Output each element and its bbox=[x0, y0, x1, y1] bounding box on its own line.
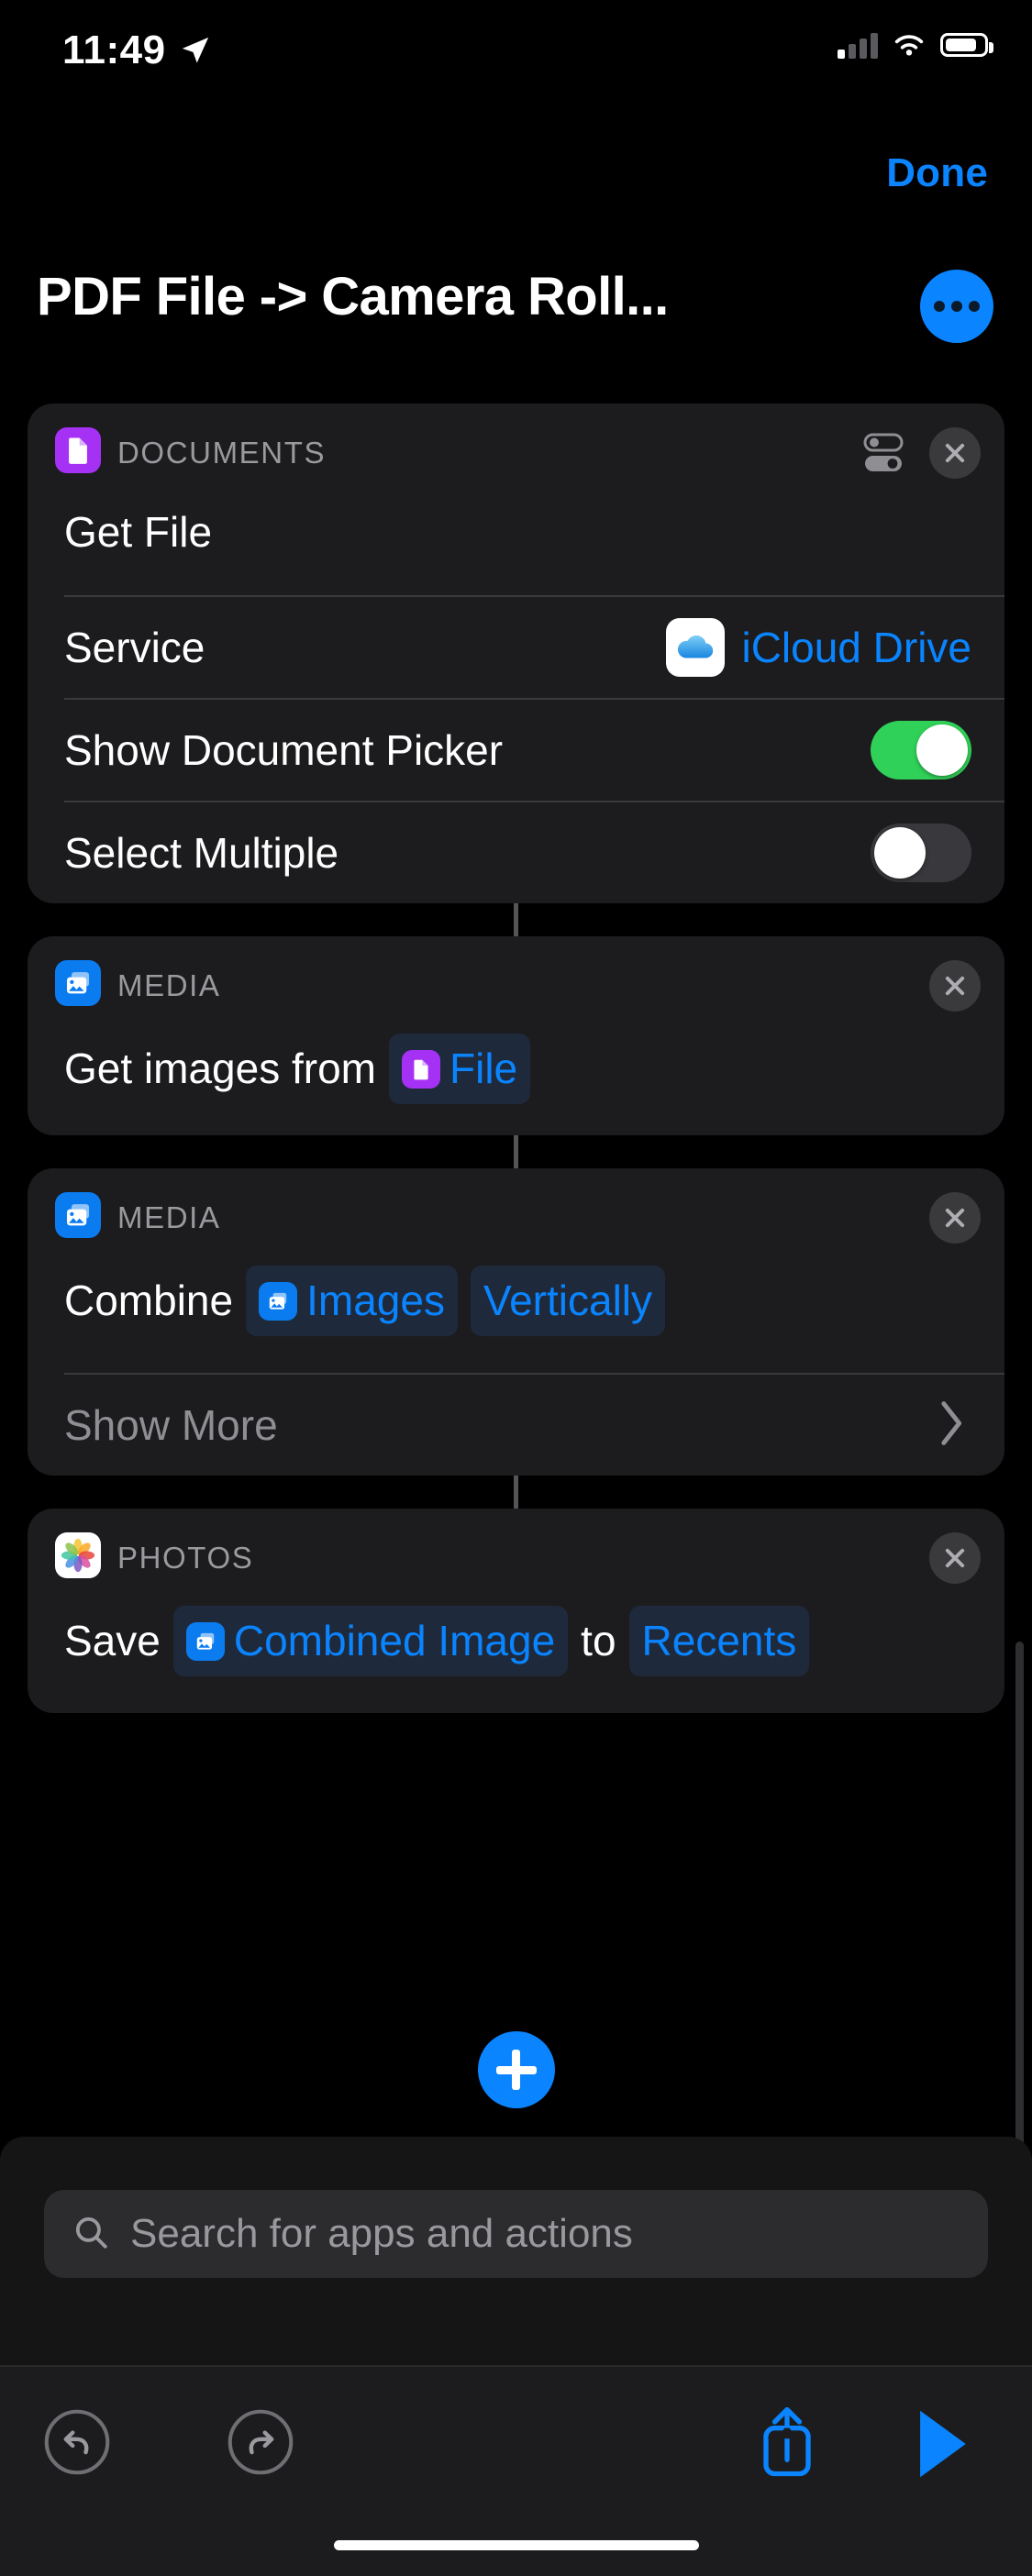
redo-icon bbox=[227, 2409, 294, 2475]
done-button[interactable]: Done bbox=[886, 150, 988, 196]
action-card-get-images-from[interactable]: MEDIA Get images from File bbox=[28, 936, 1004, 1135]
photos-stack-icon bbox=[185, 1621, 225, 1661]
action-card-header: MEDIA bbox=[28, 936, 1004, 1028]
chevron-right-icon bbox=[937, 1399, 968, 1452]
photos-stack-icon bbox=[259, 1281, 298, 1321]
action-category-label: MEDIA bbox=[117, 1200, 221, 1234]
location-arrow-icon bbox=[182, 37, 209, 63]
photos-stack-icon bbox=[55, 960, 101, 1006]
close-circle-icon[interactable] bbox=[929, 1532, 981, 1584]
param-row-service[interactable]: Service iCloud Drive bbox=[28, 597, 1004, 698]
add-action-row bbox=[0, 2031, 1032, 2108]
token-label: Combined Image bbox=[233, 1617, 556, 1664]
param-value-group bbox=[871, 721, 971, 779]
more-options-button[interactable] bbox=[920, 270, 993, 343]
show-more-row[interactable]: Show More bbox=[28, 1375, 1004, 1476]
action-card-header-controls bbox=[929, 1192, 981, 1244]
action-category-label: PHOTOS bbox=[117, 1541, 254, 1575]
param-row-select-multiple[interactable]: Select Multiple bbox=[28, 802, 1004, 903]
action-text-segment: Save bbox=[64, 1617, 161, 1664]
play-icon bbox=[920, 2410, 966, 2478]
actions-list: DOCUMENTS Get File Service iCloud Drive … bbox=[0, 404, 1032, 1713]
nav-bar: Done bbox=[0, 138, 1032, 238]
bottom-toolbar bbox=[0, 2365, 1032, 2576]
param-value-group bbox=[871, 824, 971, 882]
param-label: Show Document Picker bbox=[64, 726, 504, 774]
add-action-button[interactable] bbox=[477, 2031, 555, 2108]
search-bar[interactable]: Search for apps and actions bbox=[44, 2190, 988, 2278]
photos-stack-icon bbox=[55, 1192, 101, 1238]
close-circle-icon[interactable] bbox=[929, 1192, 981, 1244]
parameter-token-recents[interactable]: Recents bbox=[628, 1606, 810, 1676]
action-title-line: Get images from File bbox=[28, 1028, 1004, 1135]
sliders-icon[interactable] bbox=[861, 429, 909, 477]
home-indicator bbox=[333, 2540, 699, 2550]
shortcuts-editor-screen: 11:49 Done PDF File -> Camera Roll... DO… bbox=[0, 0, 1032, 2576]
redo-button[interactable] bbox=[226, 2407, 295, 2482]
close-circle-icon[interactable] bbox=[929, 960, 981, 1012]
action-title-line: Get File bbox=[28, 495, 1004, 595]
action-title-line: Combine Images Vertically bbox=[28, 1260, 1004, 1373]
action-text-segment: Get images from bbox=[64, 1045, 376, 1092]
action-card-header: MEDIA bbox=[28, 1168, 1004, 1260]
run-button[interactable] bbox=[909, 2405, 973, 2487]
share-button[interactable] bbox=[751, 2400, 823, 2489]
close-circle-icon[interactable] bbox=[929, 427, 981, 479]
variable-token-combined-image[interactable]: Combined Image bbox=[172, 1606, 569, 1676]
icloud-drive-icon bbox=[666, 618, 726, 677]
action-card-header-controls bbox=[929, 1532, 981, 1584]
param-value-group: iCloud Drive bbox=[666, 618, 971, 677]
ellipsis-icon bbox=[934, 301, 980, 312]
cellular-signal-icon bbox=[838, 31, 878, 59]
param-value: iCloud Drive bbox=[741, 624, 971, 671]
status-bar-indicators bbox=[838, 31, 993, 59]
search-icon bbox=[72, 2213, 110, 2256]
wifi-icon bbox=[894, 35, 924, 56]
undo-icon bbox=[44, 2409, 110, 2475]
action-text-segment: Combine bbox=[64, 1277, 234, 1324]
photos-app-icon bbox=[55, 1532, 101, 1578]
title-row: PDF File -> Camera Roll... bbox=[0, 266, 1032, 367]
action-card-get-file[interactable]: DOCUMENTS Get File Service iCloud Drive … bbox=[28, 404, 1004, 903]
action-connector bbox=[514, 1476, 518, 1509]
undo-button[interactable] bbox=[42, 2407, 112, 2482]
param-row-show-document-picker[interactable]: Show Document Picker bbox=[28, 700, 1004, 801]
action-card-header: PHOTOS bbox=[28, 1509, 1004, 1600]
token-label: Images bbox=[306, 1277, 445, 1324]
action-card-save-to-photo-album[interactable]: PHOTOS Save Combined Image to Recents bbox=[28, 1509, 1004, 1713]
document-icon bbox=[55, 427, 101, 473]
status-bar-time: 11:49 bbox=[62, 28, 166, 72]
action-card-header: DOCUMENTS bbox=[28, 404, 1004, 495]
action-connector bbox=[514, 1135, 518, 1168]
action-card-combine-images[interactable]: MEDIA Combine Images Vertically Show Mor… bbox=[28, 1168, 1004, 1476]
token-label: Recents bbox=[641, 1617, 797, 1664]
share-icon bbox=[763, 2406, 811, 2477]
param-label: Service bbox=[64, 624, 205, 671]
document-icon bbox=[402, 1049, 440, 1089]
action-card-header-controls bbox=[929, 960, 981, 1012]
action-text-segment: to bbox=[581, 1617, 616, 1664]
param-label: Select Multiple bbox=[64, 829, 339, 877]
battery-icon bbox=[940, 33, 993, 57]
page-title[interactable]: PDF File -> Camera Roll... bbox=[37, 266, 669, 327]
plus-icon bbox=[495, 2050, 537, 2090]
action-title: Get File bbox=[64, 508, 213, 556]
variable-token-file[interactable]: File bbox=[389, 1034, 531, 1104]
token-label: Vertically bbox=[483, 1277, 653, 1324]
select-multiple-toggle[interactable] bbox=[871, 824, 971, 882]
action-connector bbox=[514, 903, 518, 936]
show-document-picker-toggle[interactable] bbox=[871, 721, 971, 779]
variable-token-images[interactable]: Images bbox=[246, 1266, 458, 1336]
show-more-label: Show More bbox=[64, 1401, 278, 1449]
status-bar: 11:49 bbox=[0, 0, 1032, 110]
search-input[interactable]: Search for apps and actions bbox=[130, 2211, 633, 2257]
parameter-token-vertically[interactable]: Vertically bbox=[470, 1266, 666, 1336]
action-category-label: DOCUMENTS bbox=[117, 436, 327, 470]
action-card-header-controls bbox=[861, 427, 981, 479]
action-search-sheet: Search for apps and actions bbox=[0, 2137, 1032, 2366]
token-label: File bbox=[449, 1045, 518, 1092]
action-title-line: Save Combined Image to Recents bbox=[28, 1600, 1004, 1713]
action-category-label: MEDIA bbox=[117, 968, 221, 1002]
